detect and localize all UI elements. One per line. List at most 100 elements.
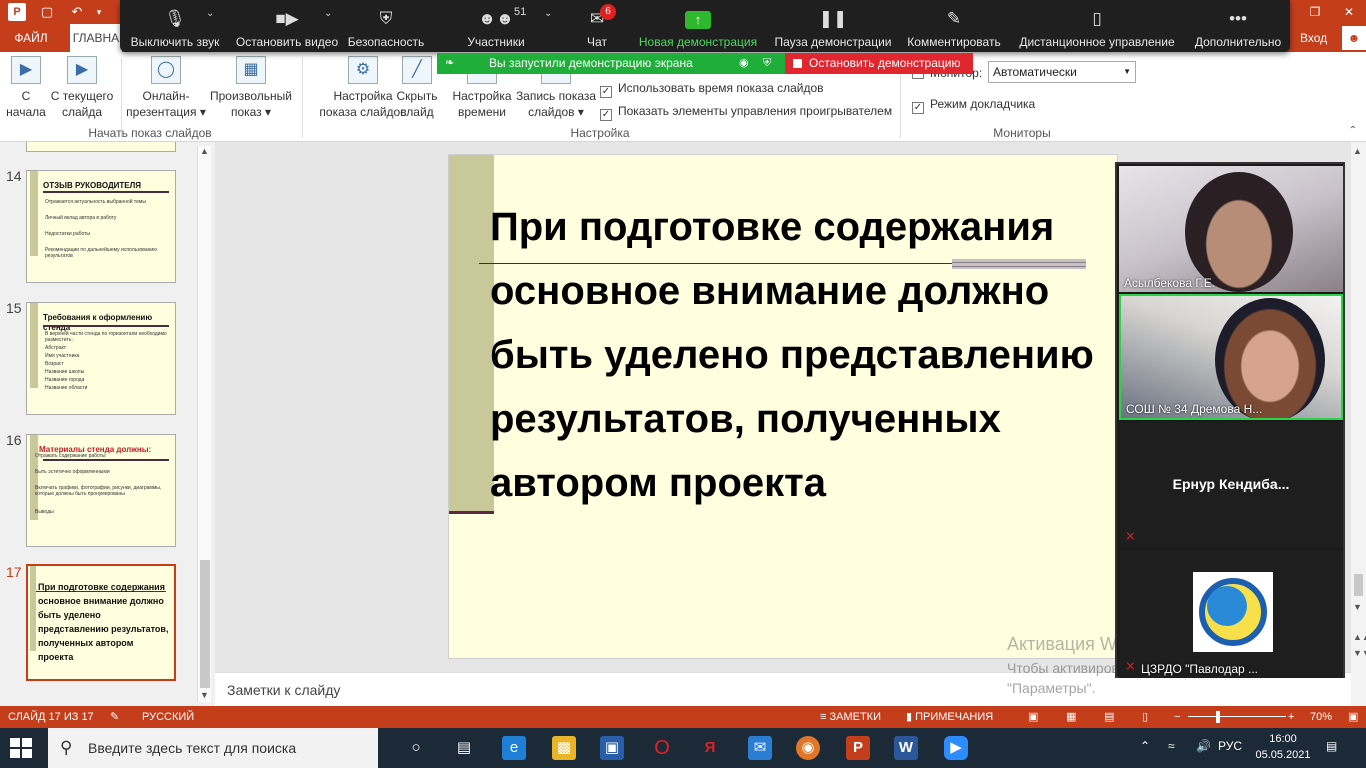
save-icon[interactable]: ▢ [38, 3, 56, 21]
normal-view-icon[interactable]: ▣ [1028, 706, 1038, 728]
zoom-out-icon[interactable]: − [1174, 706, 1180, 728]
participant-video [1185, 172, 1293, 292]
from-start-l1: С [21, 89, 31, 103]
scroll-down-icon[interactable]: ▼ [200, 690, 209, 700]
mail-icon[interactable]: ✉ [748, 736, 772, 760]
firefox-icon[interactable]: ◉ [796, 736, 820, 760]
wifi-icon[interactable]: ≈ [1168, 739, 1175, 753]
zoom-slider-thumb[interactable] [1216, 711, 1220, 723]
powerpoint-taskbar-icon[interactable]: P [846, 736, 870, 760]
participants-button[interactable]: ☻☻ 51 ⌄ Участники [456, 0, 552, 52]
thumbnail-slide-17[interactable]: При подготовке содержания основное внима… [26, 564, 176, 681]
edge-icon[interactable]: e [502, 736, 526, 760]
online-presentation-button[interactable]: ◯ Онлайн- презентация ▾ [124, 56, 208, 120]
zoom-in-icon[interactable]: + [1288, 706, 1294, 728]
show-controls-checkbox[interactable]: ✓ Показать элементы управления проигрыват… [600, 103, 892, 121]
chevron-down-icon[interactable]: ⌄ [324, 8, 332, 19]
stop-video-button[interactable]: ■▶ ⌄ Остановить видео [230, 0, 344, 52]
tab-home[interactable]: ГЛАВНА [70, 24, 122, 52]
current-slide[interactable]: При подготовке содержания основное внима… [448, 154, 1118, 659]
thumbnail-slide-14[interactable]: ОТЗЫВ РУКОВОДИТЕЛЯ Отражается актуальнос… [26, 170, 176, 283]
remote-control-button[interactable]: ▯ Дистанционное управление [1016, 0, 1178, 52]
zoom-taskbar-icon[interactable]: ▶ [944, 736, 968, 760]
stop-share-button[interactable]: Остановить демонстрацию [785, 53, 973, 74]
signin-link[interactable]: Вход [1300, 24, 1327, 52]
comments-toggle[interactable]: ▮ ПРИМЕЧАНИЯ [906, 706, 993, 728]
checkmark-icon: ✓ [600, 86, 612, 98]
speaker-icon[interactable]: 🔊 [1196, 739, 1211, 753]
tray-chevron-up-icon[interactable]: ⌃ [1140, 739, 1150, 753]
from-current-l2: слайда [61, 105, 103, 119]
scroll-down-icon[interactable]: ▼ [1353, 602, 1362, 612]
participant-name: Ернур Кендиба... [1172, 476, 1290, 492]
input-language[interactable]: РУС [1218, 739, 1242, 753]
tab-file[interactable]: ФАЙЛ [0, 24, 62, 52]
windows-start-icon[interactable] [10, 738, 32, 758]
fit-to-window-icon[interactable]: ▣ [1348, 706, 1358, 728]
taskbar-search[interactable]: ⚲ Введите здесь текст для поиска [48, 728, 378, 768]
notes-toggle[interactable]: ≡ ЗАМЕТКИ [820, 706, 881, 728]
notifications-icon[interactable]: ▤ [1326, 739, 1337, 753]
from-current-button[interactable]: ▶ С текущего слайда [48, 56, 116, 120]
cortana-icon[interactable]: ○ [404, 736, 428, 760]
thumbnails-scrollbar[interactable]: ▲ ▼ [197, 146, 211, 702]
video-tile[interactable]: Асылбекова Г.Е. [1119, 166, 1343, 292]
video-tile-logo[interactable]: ⨯ ЦЗРДО "Павлодар ... [1119, 550, 1343, 678]
scroll-up-icon[interactable]: ▲ [1353, 146, 1362, 156]
opera-icon[interactable]: O [650, 736, 674, 760]
hide-slide-button[interactable]: ╱ Скрыть слайд [392, 56, 442, 120]
chat-button[interactable]: ✉ 6 Чат [576, 0, 618, 52]
comments-label: ПРИМЕЧАНИЯ [915, 711, 994, 723]
scroll-thumb[interactable] [1354, 574, 1363, 596]
close-icon[interactable]: ✕ [1332, 0, 1366, 24]
thumbnail-slide-15[interactable]: Требования к оформлению стенда В верхней… [26, 302, 176, 415]
security-button[interactable]: ⛨ Безопасность [346, 0, 426, 52]
presenter-view-checkbox[interactable]: ✓ Режим докладчика [912, 96, 1035, 114]
scroll-up-icon[interactable]: ▲ [200, 146, 209, 156]
thumbnail-partial[interactable] [26, 142, 176, 152]
annotate-button[interactable]: ✎ Комментировать [906, 0, 1002, 52]
thumbnail-slide-16[interactable]: Материалы стенда должны: Отражать содерж… [26, 434, 176, 547]
task-view-icon[interactable]: ▤ [452, 736, 476, 760]
zoom-level[interactable]: 70% [1310, 706, 1332, 728]
monitor-select[interactable]: Автоматически ▼ [988, 61, 1136, 83]
slideshow-view-icon[interactable]: ▯ [1142, 706, 1148, 728]
scroll-thumb[interactable] [200, 560, 210, 688]
slide-accent-bar [449, 155, 494, 511]
video-tile-no-camera[interactable]: Ернур Кендиба... ⨯ [1119, 422, 1343, 548]
store-icon[interactable]: ▣ [600, 736, 624, 760]
custom-l2: показ [230, 105, 262, 119]
previous-slide-icon[interactable]: ▲▲ [1353, 632, 1366, 642]
spellcheck-icon[interactable]: ✎ [110, 706, 119, 728]
next-slide-icon[interactable]: ▼▼ [1353, 648, 1366, 658]
undo-dropdown-icon[interactable]: ▾ [90, 3, 108, 21]
use-timings-checkbox[interactable]: ✓ Использовать время показа слайдов [600, 80, 824, 98]
participant-name: Асылбекова Г.Е. [1124, 276, 1216, 290]
chevron-down-icon[interactable]: ⌄ [206, 8, 214, 19]
more-button[interactable]: ••• Дополнительно [1190, 0, 1286, 52]
reading-view-icon[interactable]: ▤ [1104, 706, 1114, 728]
thumb-line [43, 191, 169, 193]
undo-icon[interactable]: ↶ [68, 3, 86, 21]
restore-icon[interactable]: ❐ [1298, 0, 1332, 24]
from-beginning-button[interactable]: ▶ С начала [6, 56, 46, 120]
user-icon[interactable]: ☻ [1342, 26, 1366, 50]
chevron-down-icon[interactable]: ⌄ [544, 8, 552, 19]
main-scrollbar[interactable]: ▲ ▼ ▲▲ ▼▼ [1351, 142, 1366, 706]
collapse-ribbon-icon[interactable]: ⌃ [1344, 122, 1362, 140]
custom-show-button[interactable]: ▦ Произвольный показ ▾ [208, 56, 294, 120]
video-tile-active-speaker[interactable]: СОШ № 34 Дремова Н... [1119, 294, 1343, 420]
thumbnail-number: 17 [6, 564, 22, 580]
file-explorer-icon[interactable]: ▩ [552, 736, 576, 760]
pause-share-button[interactable]: ❚❚ Пауза демонстрации [772, 0, 894, 52]
slide-title[interactable]: При подготовке содержания основное внима… [490, 195, 1110, 515]
language-indicator[interactable]: РУССКИЙ [142, 706, 194, 728]
slide-sorter-icon[interactable]: ▦ [1066, 706, 1076, 728]
word-taskbar-icon[interactable]: W [894, 736, 918, 760]
system-clock[interactable]: 16:00 05.05.2021 [1252, 731, 1314, 763]
zoom-slider[interactable] [1188, 716, 1286, 717]
new-share-button[interactable]: ↑ Новая демонстрация [636, 0, 760, 52]
yandex-icon[interactable]: Я [698, 736, 722, 760]
mute-button[interactable]: 🎙 ⌄ Выключить звук [122, 0, 228, 52]
sharing-banner[interactable]: ❧ Вы запустили демонстрацию экрана ◉ ⛨ [437, 53, 785, 74]
